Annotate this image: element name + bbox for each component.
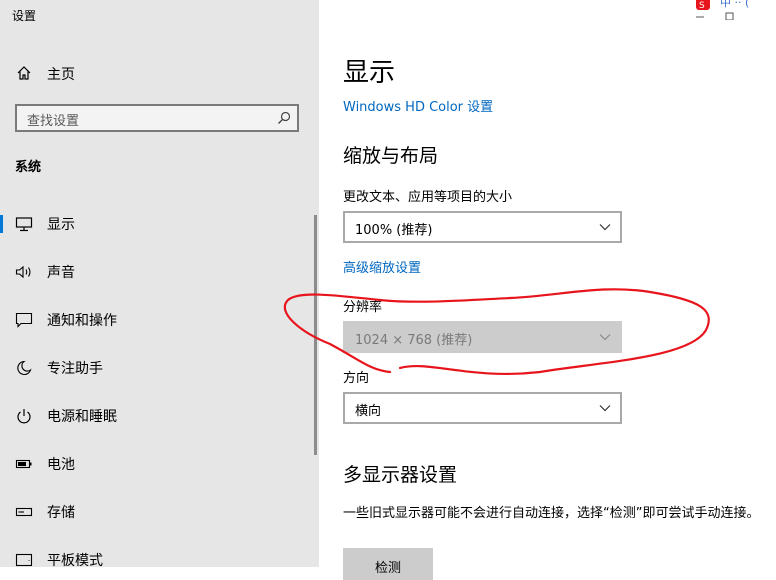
main-content: 显示 Windows HD Color 设置 缩放与布局 更改文本、应用等项目的…	[319, 0, 776, 580]
monitor-icon	[15, 217, 33, 232]
sidebar-item-power[interactable]: 电源和睡眠	[0, 396, 319, 436]
sidebar-item-focus-assist[interactable]: 专注助手	[0, 348, 319, 388]
maximize-icon	[725, 12, 734, 20]
resolution-label: 分辨率	[343, 300, 383, 315]
sidebar-item-label: 专注助手	[47, 361, 103, 377]
resolution-dropdown[interactable]: 1024 × 768 (推荐)	[343, 321, 622, 353]
text-size-value: 100% (推荐)	[355, 223, 433, 238]
orientation-value: 横向	[355, 404, 382, 419]
sidebar-item-notifications[interactable]: 通知和操作	[0, 300, 319, 340]
chevron-down-icon	[599, 405, 611, 412]
sidebar-item-label: 电源和睡眠	[47, 409, 117, 425]
sidebar-scrollbar[interactable]	[314, 215, 317, 455]
power-icon	[17, 409, 31, 424]
scale-layout-heading: 缩放与布局	[343, 145, 439, 167]
text-size-label: 更改文本、应用等项目的大小	[343, 190, 513, 205]
sidebar-item-battery[interactable]: 电池	[0, 444, 319, 484]
sidebar-item-label: 存储	[47, 505, 75, 521]
search-input[interactable]: 查找设置	[15, 104, 299, 132]
multi-display-description: 一些旧式显示器可能不会进行自动连接，选择“检测”即可尝试手动连接。	[343, 506, 760, 521]
sidebar-item-label: 声音	[47, 265, 75, 281]
page-title: 显示	[343, 58, 396, 88]
app-title: 设置	[12, 9, 37, 23]
sidebar-home[interactable]: 主页	[0, 56, 319, 90]
speaker-icon	[15, 265, 31, 279]
settings-sidebar: 设置 主页 查找设置 系统 显示 声音 通知和操作 专注助手 电源和睡眠 电池 …	[0, 0, 319, 569]
window-controls: S 中 ·· (	[696, 0, 749, 20]
sidebar-home-label: 主页	[47, 67, 75, 83]
moon-icon	[17, 360, 32, 376]
orientation-label: 方向	[343, 371, 370, 386]
resolution-value: 1024 × 768 (推荐)	[355, 333, 473, 348]
battery-icon	[15, 459, 32, 469]
chevron-down-icon	[599, 334, 611, 341]
search-placeholder: 查找设置	[27, 114, 80, 129]
sidebar-item-sound[interactable]: 声音	[0, 252, 319, 292]
sidebar-item-label: 平板模式	[47, 553, 103, 569]
orientation-dropdown[interactable]: 横向	[343, 392, 622, 424]
home-icon	[17, 66, 31, 80]
sidebar-item-label: 通知和操作	[47, 313, 117, 329]
chevron-down-icon	[599, 224, 611, 231]
storage-icon	[15, 507, 33, 517]
svg-text:中 ·· (: 中 ·· (	[720, 0, 749, 9]
tablet-icon	[15, 553, 33, 567]
multi-display-heading: 多显示器设置	[343, 464, 458, 486]
sidebar-item-tablet-mode[interactable]: 平板模式	[0, 540, 319, 580]
sidebar-item-storage[interactable]: 存储	[0, 492, 319, 532]
advanced-scaling-link[interactable]: 高级缩放设置	[343, 257, 421, 276]
detect-button[interactable]: 检测	[343, 548, 433, 580]
search-icon	[278, 111, 291, 124]
sidebar-item-label: 电池	[47, 457, 75, 473]
svg-text:S: S	[699, 1, 705, 11]
sidebar-item-display[interactable]: 显示	[0, 204, 319, 244]
sidebar-item-label: 显示	[47, 217, 75, 233]
hd-color-link[interactable]: Windows HD Color 设置	[343, 96, 493, 115]
text-size-dropdown[interactable]: 100% (推荐)	[343, 211, 622, 243]
notification-icon	[15, 312, 33, 328]
section-title: 系统	[15, 160, 42, 175]
